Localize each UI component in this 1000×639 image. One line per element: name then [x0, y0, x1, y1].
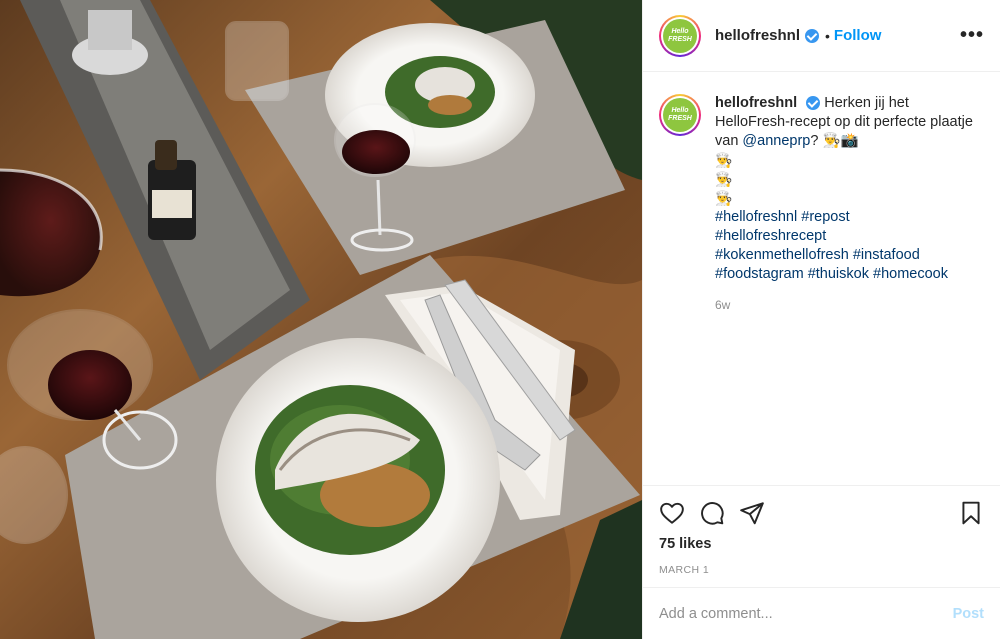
verified-badge-icon	[805, 28, 820, 43]
avatar-ring: Hello FRESH	[661, 16, 699, 55]
header-username[interactable]: hellofreshnl	[715, 27, 800, 44]
hashtag-line: #foodstagram #thuiskok #homecook	[715, 265, 984, 284]
instagram-post: Hello FRESH hellofreshnl • Follow ••• He…	[0, 0, 1000, 639]
hashtag-link[interactable]: #kokenmethellofresh	[715, 247, 849, 263]
avatar[interactable]: Hello FRESH	[659, 14, 701, 57]
hellofresh-logo: Hello FRESH	[663, 18, 697, 53]
comment-bar: Post	[643, 587, 1000, 639]
caption-text-2: ?	[810, 133, 819, 149]
hashtag-line: #hellofreshrecept	[715, 227, 984, 246]
follow-button[interactable]: Follow	[834, 27, 882, 44]
avatar-ring: Hello FRESH	[661, 96, 699, 134]
caption-text: hellofreshnl Herken jij het HelloFresh-r…	[715, 94, 984, 485]
mention-link[interactable]: @anneprp	[742, 133, 810, 149]
caption-username[interactable]: hellofreshnl	[715, 95, 797, 111]
more-options-icon[interactable]: •••	[960, 24, 984, 47]
hashtag-link[interactable]: #homecook	[873, 266, 948, 282]
separator-dot: •	[825, 27, 830, 44]
likes-count[interactable]: 75 likes	[659, 536, 984, 552]
logo-text-top: Hello	[671, 107, 689, 114]
hashtag-line: #kokenmethellofresh #instafood	[715, 246, 984, 265]
comment-input[interactable]	[659, 605, 953, 622]
food-photo-illustration	[0, 0, 642, 639]
post-photo[interactable]	[0, 0, 642, 639]
post-comment-button[interactable]: Post	[953, 606, 984, 622]
hashtag-link[interactable]: #instafood	[853, 247, 920, 263]
post-sidebar: Hello FRESH hellofreshnl • Follow ••• He…	[642, 0, 1000, 639]
actions-section: 75 likes MARCH 1	[643, 485, 1000, 587]
caption-time-ago[interactable]: 6w	[715, 296, 984, 315]
caption-body: hellofreshnl Herken jij het HelloFresh-r…	[715, 94, 984, 151]
paper-plane-icon[interactable]	[739, 500, 765, 526]
logo-text-top: Hello	[671, 27, 689, 35]
chef-emoji: 👨‍🍳	[715, 152, 733, 168]
logo-text-bottom: FRESH	[668, 115, 692, 122]
chef-camera-emoji: 👨‍🍳📸	[822, 133, 859, 149]
logo-text-bottom: FRESH	[668, 35, 692, 43]
post-header: Hello FRESH hellofreshnl • Follow •••	[643, 0, 1000, 72]
post-date[interactable]: MARCH 1	[659, 564, 984, 576]
bookmark-icon[interactable]	[958, 500, 984, 526]
hellofresh-logo: Hello FRESH	[663, 98, 697, 132]
comment-icon[interactable]	[699, 500, 725, 526]
caption-avatar[interactable]: Hello FRESH	[659, 94, 701, 136]
hashtag-link[interactable]: #repost	[801, 209, 849, 225]
hashtag-link[interactable]: #hellofreshnl	[715, 209, 797, 225]
action-bar	[659, 498, 984, 528]
chef-emoji: 👨‍🍳	[715, 171, 733, 187]
chef-emoji: 👨‍🍳	[715, 190, 733, 206]
caption-section: Hello FRESH hellofreshnl Herken jij het …	[643, 72, 1000, 485]
hashtag-link[interactable]: #thuiskok	[808, 266, 869, 282]
heart-icon[interactable]	[659, 500, 685, 526]
hashtag-link[interactable]: #hellofreshrecept	[715, 228, 826, 244]
verified-badge-icon	[806, 96, 821, 111]
hashtag-link[interactable]: #foodstagram	[715, 266, 804, 282]
hashtag-line: #hellofreshnl #repost	[715, 208, 984, 227]
